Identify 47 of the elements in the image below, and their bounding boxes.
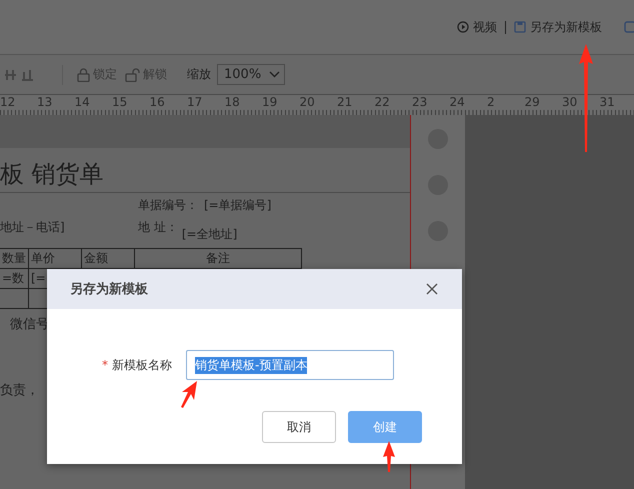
ruler-number: 16	[150, 95, 166, 111]
ruler-number: 29	[524, 95, 541, 111]
header-link[interactable]: 视频	[457, 18, 497, 36]
dialog-title: 另存为新模板	[70, 280, 148, 298]
template-name-input[interactable]: 销货单模板-预置副本	[186, 350, 394, 380]
create-button[interactable]: 创建	[348, 411, 422, 443]
save-icon	[514, 21, 526, 33]
ruler-number: 18	[224, 95, 241, 111]
field-value: [=全地址]	[182, 226, 238, 243]
table-cell: =数	[2, 271, 24, 285]
zoom-label: 缩放	[187, 66, 211, 83]
ruler-number: 19	[262, 95, 278, 111]
zoom-dropdown[interactable]: 100%	[217, 64, 286, 85]
ruler-number: 12	[0, 95, 16, 111]
ruler-number: 30	[562, 95, 578, 111]
ruler-number: 31	[600, 95, 616, 111]
unlock-icon	[125, 68, 140, 82]
ruler-number: 17	[187, 95, 204, 111]
cancel-button[interactable]: 取消	[262, 411, 336, 443]
field-label: 地 址：	[138, 219, 178, 236]
document-text: 微信号	[10, 316, 49, 333]
ruler-number: 20	[300, 95, 316, 111]
ruler-number: 21	[337, 95, 354, 111]
header-link[interactable]: 另存为新模板	[514, 18, 602, 36]
annotation-arrow	[383, 441, 395, 472]
ruler-number: 15	[112, 95, 128, 111]
field-label: 新模板名称	[112, 356, 173, 374]
chevron-down-icon	[269, 71, 280, 78]
ruler-number: 24	[450, 95, 466, 111]
ruler-number: 2	[487, 95, 496, 111]
ruler-number: 23	[412, 95, 428, 111]
ruler-number: 13	[37, 95, 54, 111]
ruler-number: 22	[374, 95, 391, 111]
window-icon	[624, 20, 634, 34]
close-icon[interactable]	[426, 283, 438, 295]
table-cell: [=	[31, 271, 46, 285]
required-mark: *	[102, 358, 108, 372]
document-text: 负责，	[0, 382, 39, 399]
ruler-number: 14	[74, 95, 91, 111]
table-header: 备注	[134, 248, 302, 268]
play-icon	[457, 21, 469, 33]
table-header: 数量	[0, 248, 28, 268]
field-label: 单据编号：	[138, 197, 198, 214]
field-value: [=单据编号]	[204, 197, 272, 214]
annotation-arrow	[181, 381, 197, 408]
field-value: 地址－电话]	[0, 219, 66, 236]
lock-icon	[77, 68, 90, 82]
